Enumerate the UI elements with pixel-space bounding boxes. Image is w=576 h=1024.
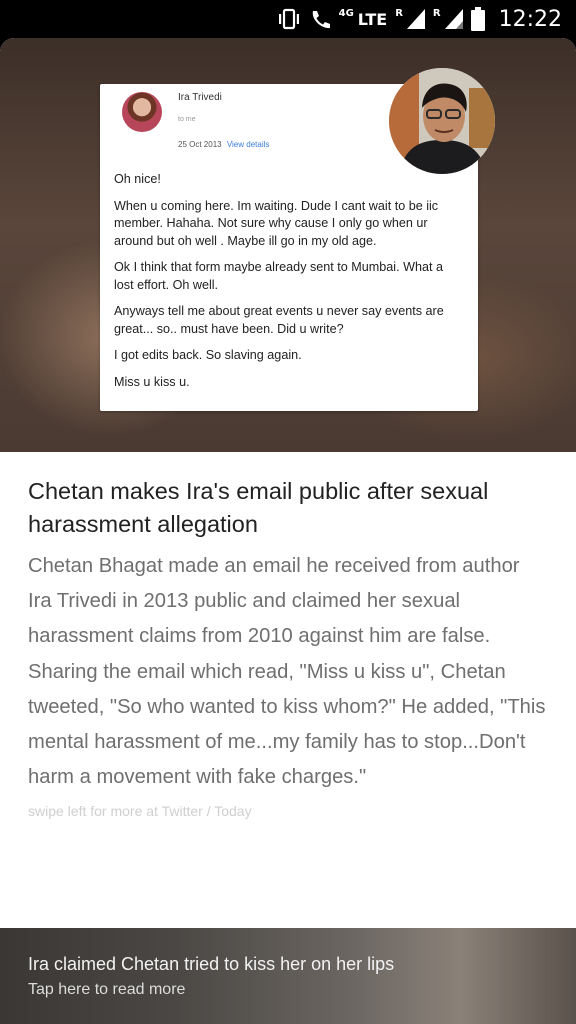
email-date-text: 25 Oct 2013	[178, 140, 222, 149]
headline: Chetan makes Ira's email public after se…	[28, 478, 489, 537]
hero-image: Ira Trivedi to me 25 Oct 2013 View detai…	[0, 38, 576, 452]
roaming-label-1: R	[395, 8, 403, 19]
wifi-calling-icon	[309, 8, 331, 30]
email-paragraph: When u coming here. Im waiting. Dude I c…	[114, 198, 439, 248]
network-lte-label: LTE	[357, 9, 388, 29]
email-sender: Ira Trivedi	[178, 92, 222, 103]
news-card[interactable]: Ira Trivedi to me 25 Oct 2013 View detai…	[0, 38, 576, 928]
read-more-bar[interactable]: Ira claimed Chetan tried to kiss her on …	[0, 928, 576, 1024]
network-4g-label: 4G	[338, 8, 354, 19]
signal-icon	[444, 9, 463, 29]
clock: 12:22	[498, 6, 562, 32]
email-paragraph: Anyways tell me about great events u nev…	[114, 304, 444, 336]
article-content: Chetan makes Ira's email public after se…	[28, 475, 548, 819]
sender-avatar	[122, 92, 162, 132]
email-date: 25 Oct 2013 View details	[178, 140, 269, 149]
status-bar: 4G LTE R R 12:22	[0, 0, 576, 38]
email-paragraph: I got edits back. So slaving again.	[114, 348, 302, 362]
roaming-label-2: R	[432, 8, 441, 19]
author-photo	[389, 68, 495, 174]
read-more-link[interactable]: Tap here to read more	[28, 981, 548, 999]
email-paragraph: Oh nice!	[114, 172, 161, 186]
battery-icon	[470, 7, 485, 31]
email-recipient: to me	[178, 116, 196, 123]
vibrate-icon	[277, 8, 301, 30]
email-body: Oh nice! When u coming here. Im waiting.…	[114, 171, 466, 400]
view-details-link: View details	[226, 140, 270, 149]
email-paragraph: Ok I think that form maybe already sent …	[114, 260, 443, 292]
source-attribution[interactable]: swipe left for more at Twitter / Today	[28, 803, 548, 819]
signal-icon	[406, 9, 425, 29]
article-summary: Chetan Bhagat made an email he received …	[28, 555, 546, 789]
email-paragraph: Miss u kiss u.	[114, 374, 190, 389]
related-headline[interactable]: Ira claimed Chetan tried to kiss her on …	[28, 954, 548, 975]
